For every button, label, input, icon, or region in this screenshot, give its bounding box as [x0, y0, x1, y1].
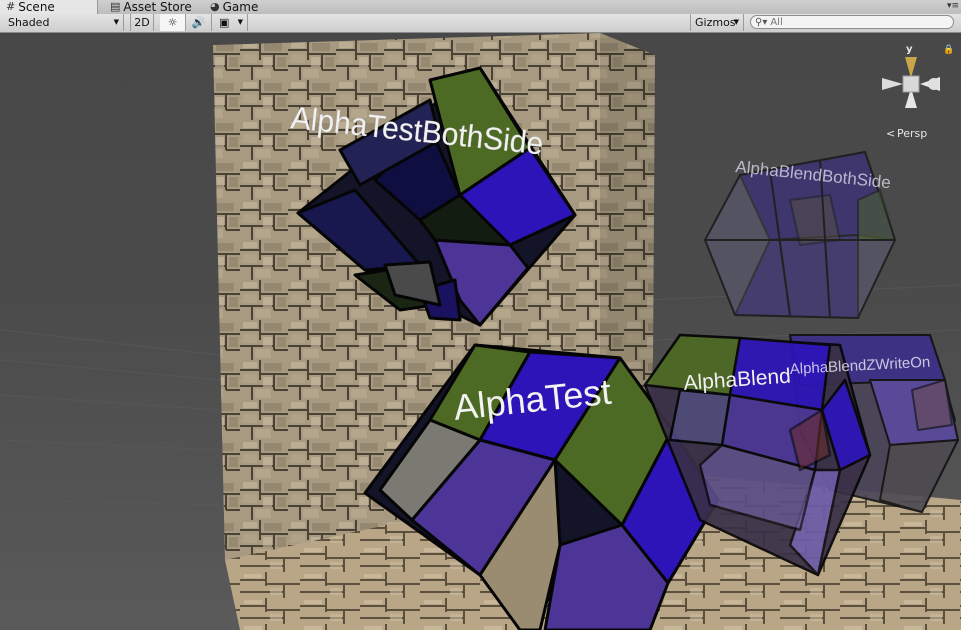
gizmos-dropdown[interactable]: Gizmos ▼ [690, 14, 744, 31]
tab-asset-store-label: Asset Store [123, 0, 192, 14]
speaker-icon: 🔊 [191, 16, 206, 29]
projection-arrow-icon: < [886, 127, 895, 140]
image-icon: ▣ [219, 16, 230, 29]
store-icon: ▤ [110, 0, 121, 13]
draw-mode-dropdown[interactable]: Shaded ▼ [0, 14, 124, 31]
gizmo-center-cube [902, 75, 920, 93]
2d-label: 2D [134, 16, 150, 29]
grid-icon: # [6, 0, 16, 13]
tab-scene[interactable]: # Scene [0, 0, 98, 14]
chevron-down-icon: ▼ [113, 18, 119, 26]
gizmo-z-cone [928, 78, 940, 90]
game-icon: ◕ [210, 0, 220, 13]
effects-dropdown[interactable]: ▣ ▼ [212, 14, 248, 31]
search-icon: ⚲▾ [755, 16, 768, 28]
editor-tab-bar: # Scene ▤ Asset Store ◕ Game ▾≡ [0, 0, 961, 15]
chevron-down-icon: ▼ [237, 18, 243, 26]
tab-asset-store[interactable]: ▤ Asset Store [104, 0, 200, 14]
scene-toolbar: Shaded ▼ 2D ☼ 🔊 ▣ ▼ Gizmos ▼ ⚲▾ [0, 14, 961, 33]
2d-toggle-button[interactable]: 2D [130, 14, 154, 31]
gizmo-y-label: y [906, 44, 913, 55]
tab-game-label: Game [222, 0, 259, 14]
tab-game[interactable]: ◕ Game [204, 0, 264, 14]
panel-menu-icon[interactable]: ▾≡ [947, 0, 959, 12]
draw-mode-value: Shaded [8, 16, 50, 29]
search-input[interactable] [770, 16, 941, 28]
tab-scene-label: Scene [18, 0, 55, 14]
audio-toggle-button[interactable]: 🔊 [186, 14, 212, 31]
scene-viewport[interactable]: AlphaTestBothSide AlphaTest AlphaBlendBo… [0, 33, 961, 630]
sun-icon: ☼ [167, 16, 178, 29]
gizmos-label: Gizmos [695, 16, 736, 29]
scene-render: AlphaTestBothSide AlphaTest AlphaBlendBo… [0, 33, 961, 630]
lock-icon: 🔒 [943, 44, 954, 55]
chevron-down-icon: ▼ [733, 18, 739, 26]
scene-search-field[interactable]: ⚲▾ [750, 15, 954, 29]
lighting-toggle-button[interactable]: ☼ [160, 14, 186, 31]
projection-label: Persp [897, 127, 927, 140]
